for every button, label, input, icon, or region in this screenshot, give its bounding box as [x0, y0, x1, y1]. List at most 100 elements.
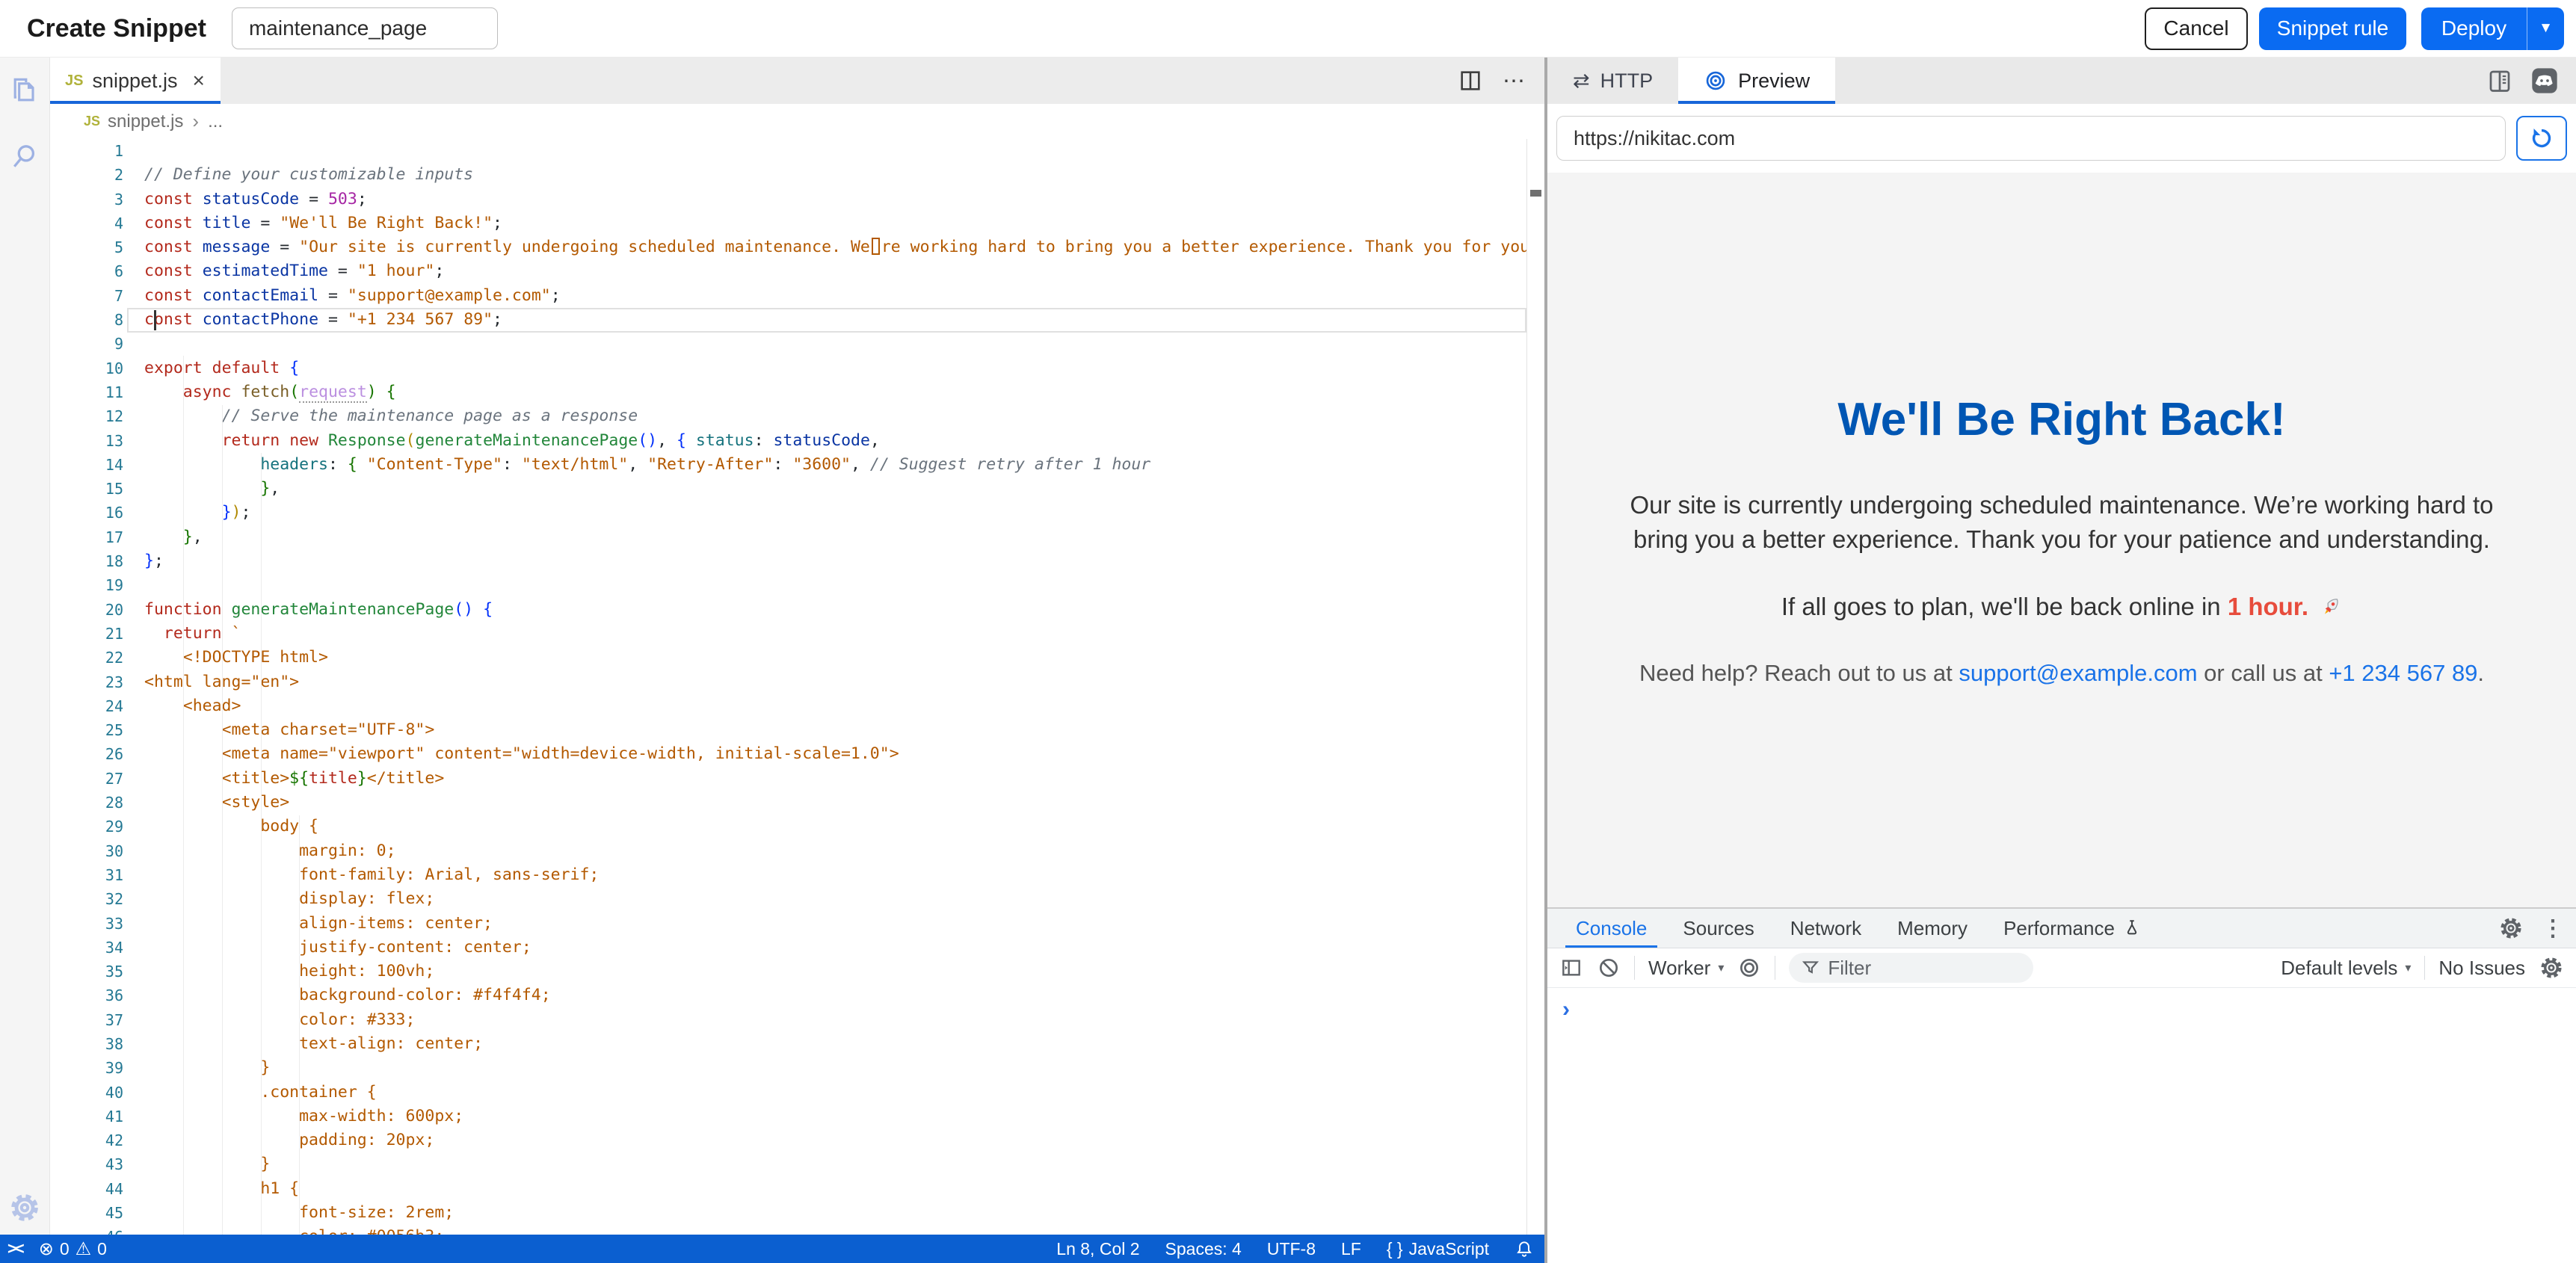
- kebab-menu-icon[interactable]: ⋮: [2542, 915, 2564, 942]
- search-icon[interactable]: [8, 140, 41, 173]
- code-line[interactable]: 42 padding: 20px;: [50, 1128, 1544, 1152]
- code-line[interactable]: 9: [50, 332, 1544, 356]
- maintenance-page: We'll Be Right Back! Our site is current…: [1615, 393, 2509, 687]
- live-expression-eye-icon[interactable]: [1737, 956, 1761, 980]
- code-line[interactable]: 16 });: [50, 501, 1544, 525]
- console-prompt-chevron[interactable]: ›: [1562, 998, 2576, 1021]
- devtools-tab-console[interactable]: Console: [1558, 909, 1665, 948]
- code-line[interactable]: 25 <meta charset="UTF-8">: [50, 718, 1544, 742]
- code-line[interactable]: 2// Define your customizable inputs: [50, 163, 1544, 187]
- code-line[interactable]: 7const contactEmail = "support@example.c…: [50, 284, 1544, 308]
- tab-snippet-js[interactable]: JS snippet.js ×: [50, 58, 221, 104]
- remote-indicator-icon[interactable]: ><: [7, 1239, 22, 1259]
- code-line[interactable]: 11 async fetch(request) {: [50, 380, 1544, 404]
- encoding-setting[interactable]: UTF-8: [1267, 1239, 1316, 1259]
- code-line[interactable]: 33 align-items: center;: [50, 912, 1544, 936]
- settings-gear-icon[interactable]: [8, 1191, 41, 1224]
- console-settings-gear-icon[interactable]: [2539, 955, 2564, 981]
- code-line[interactable]: 20function generateMaintenancePage() {: [50, 598, 1544, 622]
- refresh-button[interactable]: [2516, 116, 2567, 161]
- snippet-name-input[interactable]: [232, 7, 498, 49]
- code-line[interactable]: 39 }: [50, 1056, 1544, 1080]
- code-line[interactable]: 4const title = "We'll Be Right Back!";: [50, 211, 1544, 235]
- code-line[interactable]: 45 font-size: 2rem;: [50, 1201, 1544, 1225]
- code-line[interactable]: 35 height: 100vh;: [50, 960, 1544, 983]
- problems-errors[interactable]: ⊗ 0 ⚠ 0: [39, 1238, 107, 1260]
- eol-setting[interactable]: LF: [1341, 1239, 1361, 1259]
- deploy-dropdown-button[interactable]: ▼: [2527, 7, 2564, 50]
- code-line[interactable]: 12 // Serve the maintenance page as a re…: [50, 404, 1544, 428]
- code-line[interactable]: 26 <meta name="viewport" content="width=…: [50, 742, 1544, 766]
- code-line[interactable]: 1: [50, 139, 1544, 163]
- preview-url-input[interactable]: [1556, 116, 2506, 161]
- support-email-link[interactable]: support@example.com: [1959, 660, 2197, 686]
- code-line[interactable]: 32 display: flex;: [50, 887, 1544, 911]
- code-line[interactable]: 28 <style>: [50, 791, 1544, 815]
- devtools-tab-network[interactable]: Network: [1772, 909, 1879, 948]
- code-line[interactable]: 5const message = "Our site is currently …: [50, 235, 1544, 259]
- language-mode[interactable]: { } JavaScript: [1387, 1239, 1489, 1259]
- tab-preview[interactable]: Preview: [1678, 58, 1835, 104]
- breadcrumb-more[interactable]: ...: [208, 111, 223, 132]
- docs-icon[interactable]: [2486, 67, 2513, 94]
- console-output[interactable]: ›: [1547, 988, 2576, 1263]
- discord-icon[interactable]: [2530, 66, 2560, 96]
- tab-http[interactable]: ⇄ HTTP: [1547, 58, 1678, 104]
- code-line[interactable]: 30 margin: 0;: [50, 839, 1544, 863]
- deploy-button[interactable]: Deploy: [2421, 7, 2527, 50]
- code-line[interactable]: 36 background-color: #f4f4f4;: [50, 983, 1544, 1007]
- code-line[interactable]: 38 text-align: center;: [50, 1032, 1544, 1056]
- editor-scrollbar[interactable]: [1526, 139, 1544, 1235]
- code-line[interactable]: 34 justify-content: center;: [50, 936, 1544, 960]
- devtools-settings-gear-icon[interactable]: [2498, 915, 2524, 941]
- code-line[interactable]: 21 return `: [50, 622, 1544, 646]
- code-line[interactable]: 43 }: [50, 1152, 1544, 1176]
- code-line[interactable]: 13 return new Response(generateMaintenan…: [50, 429, 1544, 453]
- issues-counter[interactable]: No Issues: [2438, 957, 2525, 980]
- code-line[interactable]: 23<html lang="en">: [50, 670, 1544, 694]
- code-line[interactable]: 29 body {: [50, 815, 1544, 839]
- code-line[interactable]: 14 headers: { "Content-Type": "text/html…: [50, 453, 1544, 477]
- log-levels-select[interactable]: Default levels ▾: [2281, 957, 2411, 980]
- clear-console-icon[interactable]: [1597, 956, 1621, 980]
- console-filter[interactable]: [1789, 953, 2033, 983]
- files-icon[interactable]: [8, 74, 41, 107]
- code-line[interactable]: 41 max-width: 600px;: [50, 1105, 1544, 1128]
- devtools-tab-performance[interactable]: Performance: [1985, 909, 2160, 948]
- code-line[interactable]: 22 <!DOCTYPE html>: [50, 646, 1544, 670]
- cancel-button[interactable]: Cancel: [2145, 7, 2248, 50]
- code-line[interactable]: 37 color: #333;: [50, 1008, 1544, 1032]
- indentation-setting[interactable]: Spaces: 4: [1165, 1239, 1242, 1259]
- close-tab-icon[interactable]: ×: [193, 69, 205, 93]
- code-line[interactable]: 40 .container {: [50, 1081, 1544, 1105]
- split-editor-icon[interactable]: [1458, 68, 1483, 93]
- code-line[interactable]: 24 <head>: [50, 694, 1544, 718]
- preview-url-row: [1547, 104, 2576, 173]
- breadcrumb[interactable]: JS snippet.js › ...: [50, 104, 1544, 139]
- code-line[interactable]: 18};: [50, 549, 1544, 573]
- code-line[interactable]: 8const contactPhone = "+1 234 567 89";: [50, 308, 1544, 332]
- code-line[interactable]: 44 h1 {: [50, 1177, 1544, 1201]
- devtools-tab-sources[interactable]: Sources: [1665, 909, 1772, 948]
- code-line[interactable]: 31 font-family: Arial, sans-serif;: [50, 863, 1544, 887]
- console-sidebar-toggle-icon[interactable]: [1559, 956, 1583, 980]
- code-line[interactable]: 15 },: [50, 477, 1544, 501]
- filter-input[interactable]: [1828, 957, 2021, 980]
- code-line[interactable]: 10export default {: [50, 356, 1544, 380]
- code-line[interactable]: 19: [50, 573, 1544, 597]
- code-editor[interactable]: 12// Define your customizable inputs3con…: [50, 139, 1544, 1235]
- more-actions-icon[interactable]: ⋯: [1503, 68, 1526, 94]
- code-line[interactable]: 27 <title>${title}</title>: [50, 767, 1544, 791]
- code-line[interactable]: 46 color: #0056b3;: [50, 1225, 1544, 1235]
- cursor-position[interactable]: Ln 8, Col 2: [1056, 1239, 1139, 1259]
- notifications-bell-icon[interactable]: [1515, 1239, 1534, 1259]
- code-line[interactable]: 6const estimatedTime = "1 hour";: [50, 259, 1544, 283]
- execution-context-select[interactable]: Worker ▾: [1648, 957, 1724, 980]
- code-line[interactable]: 17 },: [50, 525, 1544, 549]
- devtools-tab-memory[interactable]: Memory: [1879, 909, 1985, 948]
- phone-link[interactable]: +1 234 567 89: [2329, 660, 2477, 686]
- scrollbar-thumb[interactable]: [1530, 190, 1541, 197]
- code-line[interactable]: 3const statusCode = 503;: [50, 188, 1544, 211]
- snippet-rule-button[interactable]: Snippet rule: [2259, 7, 2406, 50]
- breadcrumb-file[interactable]: snippet.js: [108, 111, 183, 132]
